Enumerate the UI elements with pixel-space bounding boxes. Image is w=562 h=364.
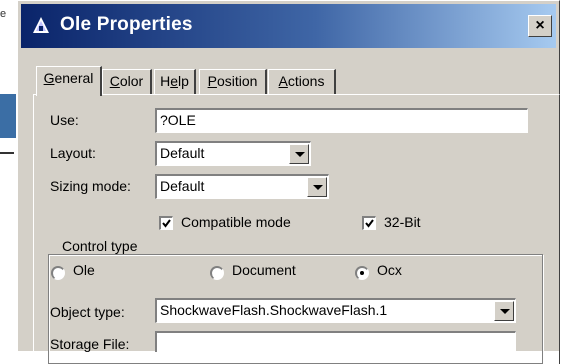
compatible-mode-checkbox[interactable]	[159, 216, 173, 230]
background-text-fragment: e	[0, 8, 7, 20]
tab-general[interactable]: General	[36, 66, 102, 96]
tab-position[interactable]: Position	[199, 69, 267, 94]
dialog-title: Ole Properties	[60, 14, 193, 35]
chevron-down-icon[interactable]	[289, 144, 309, 164]
tab-actions[interactable]: Actions	[268, 69, 336, 94]
sizing-mode-label: Sizing mode:	[50, 178, 131, 194]
control-type-legend: Control type	[60, 238, 140, 254]
storage-file-field[interactable]	[155, 331, 516, 352]
compatible-mode-label: Compatible mode	[181, 214, 291, 230]
checkmark-icon	[365, 219, 374, 228]
sizing-mode-value: Default	[160, 178, 205, 194]
layout-value: Default	[160, 145, 205, 161]
chevron-down-icon[interactable]	[494, 301, 514, 321]
radio-document[interactable]	[210, 266, 224, 280]
use-field[interactable]: ?OLE	[155, 108, 528, 133]
checkmark-icon	[162, 219, 171, 228]
ole-properties-dialog: Ole Properties × General Color Help Posi…	[17, 0, 560, 364]
object-type-select[interactable]: ShockwaveFlash.ShockwaveFlash.1	[155, 298, 516, 323]
chevron-down-icon[interactable]	[307, 177, 327, 197]
background-selection	[0, 94, 16, 138]
tab-help[interactable]: Help	[154, 69, 196, 94]
32bit-checkbox[interactable]	[362, 216, 376, 230]
storage-file-label: Storage File:	[50, 336, 130, 352]
radio-ocx[interactable]	[355, 266, 369, 280]
layout-label: Layout:	[50, 145, 96, 161]
close-button[interactable]: ×	[528, 15, 552, 37]
32bit-label: 32-Bit	[384, 214, 421, 230]
radio-ole-label: Ole	[73, 262, 95, 278]
object-type-label: Object type:	[50, 304, 125, 320]
tab-color[interactable]: Color	[102, 69, 152, 94]
use-label: Use:	[50, 112, 79, 128]
radio-ocx-label: Ocx	[377, 262, 402, 278]
layout-select[interactable]: Default	[155, 141, 311, 166]
sizing-mode-select[interactable]: Default	[155, 174, 329, 199]
ole-app-icon	[33, 17, 49, 33]
object-type-value: ShockwaveFlash.ShockwaveFlash.1	[160, 302, 388, 318]
radio-document-label: Document	[232, 262, 296, 278]
radio-ole[interactable]	[51, 266, 65, 280]
title-bar[interactable]: Ole Properties ×	[21, 4, 556, 48]
background-line	[0, 152, 14, 154]
close-icon: ×	[535, 17, 545, 34]
